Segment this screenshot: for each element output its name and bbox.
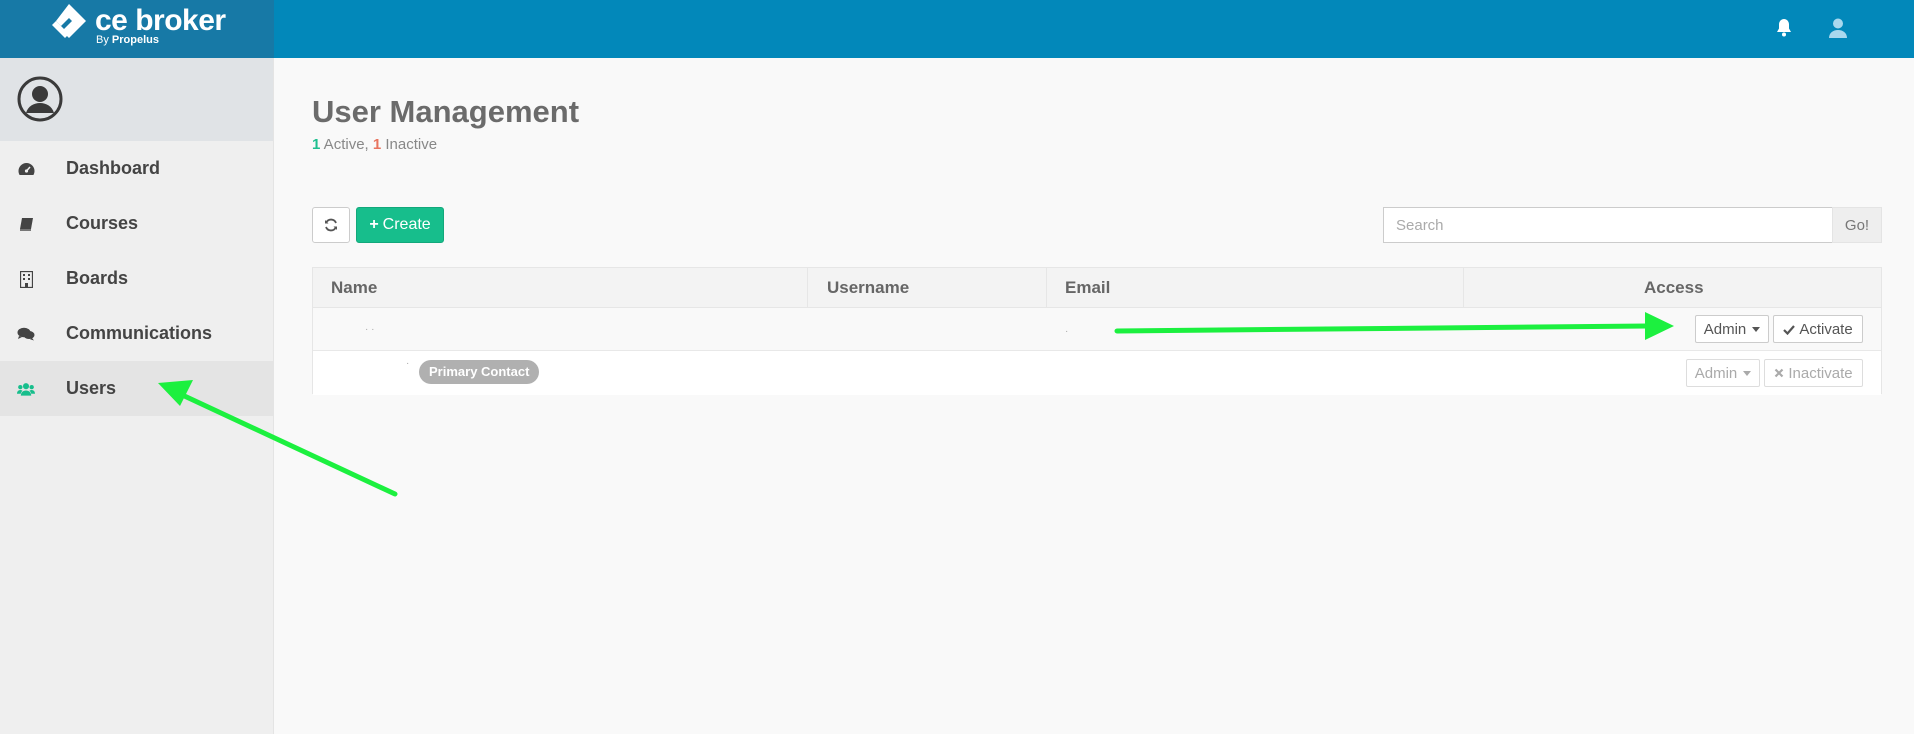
user-profile-icon[interactable]: [1824, 14, 1852, 42]
role-label: Admin: [1703, 320, 1747, 338]
users-table: Name Username Email Access · · · Admin A…: [312, 267, 1882, 395]
role-dropdown[interactable]: Admin: [1695, 315, 1769, 343]
sidebar-profile: [0, 58, 273, 141]
role-label: Admin: [1694, 364, 1738, 382]
sidebar-item-label: Courses: [66, 213, 139, 233]
user-counts: 1 Active, 1 Inactive: [312, 136, 437, 153]
sidebar-item-label: Dashboard: [66, 158, 161, 178]
building-icon: [17, 270, 35, 288]
main-content: User Management 1 Active, 1 Inactive + Cr…: [274, 58, 1914, 736]
column-header-email[interactable]: Email: [1065, 268, 1110, 308]
activate-label: Activate: [1799, 320, 1853, 338]
sidebar-item-label: Communications: [66, 323, 213, 343]
avatar-icon[interactable]: [16, 75, 64, 123]
sidebar-item-label: Users: [66, 378, 117, 398]
ce-broker-logo-icon: [52, 4, 86, 38]
active-label: Active,: [320, 136, 373, 153]
role-dropdown[interactable]: Admin: [1686, 359, 1760, 387]
inactive-label: Inactive: [381, 136, 438, 153]
create-user-button[interactable]: + Create: [356, 207, 444, 243]
chevron-down-icon: [1752, 326, 1761, 332]
table-row[interactable]: · Primary Contact Admin Inactivate: [313, 352, 1881, 395]
check-icon: [1783, 324, 1796, 335]
sidebar-item-courses[interactable]: Courses: [0, 196, 273, 251]
sidebar-item-boards[interactable]: Boards: [0, 251, 273, 306]
top-bar: ce broker By Propelus: [0, 0, 1914, 58]
inactive-count: 1: [372, 136, 382, 153]
brand-name: ce broker: [95, 4, 226, 37]
inactivate-label: Inactivate: [1788, 364, 1853, 382]
column-header-access[interactable]: Access: [1644, 268, 1704, 308]
refresh-button[interactable]: [312, 207, 350, 243]
sidebar: Dashboard Courses Boards Communications …: [0, 58, 274, 736]
create-label: Create: [382, 216, 431, 233]
refresh-icon: [325, 218, 337, 232]
brand-area[interactable]: ce broker By Propelus: [0, 0, 274, 58]
chevron-down-icon: [1743, 370, 1752, 376]
sidebar-item-communications[interactable]: Communications: [0, 306, 273, 361]
sidebar-item-dashboard[interactable]: Dashboard: [0, 141, 273, 196]
table-header: Name Username Email Access: [313, 268, 1881, 308]
sidebar-item-users[interactable]: Users: [0, 361, 273, 416]
comments-icon: [17, 325, 35, 343]
sidebar-item-label: Boards: [66, 268, 129, 288]
primary-contact-badge: Primary Contact: [419, 360, 540, 384]
users-icon: [17, 380, 35, 398]
inactivate-button[interactable]: Inactivate: [1764, 359, 1863, 387]
table-row[interactable]: · · · Admin Activate: [313, 308, 1881, 351]
book-icon: [17, 215, 35, 233]
notifications-bell-icon[interactable]: [1770, 14, 1798, 42]
search-input[interactable]: [1383, 207, 1833, 243]
redacted-email: ·: [1065, 326, 1069, 337]
redacted-name: ·: [406, 358, 410, 369]
dashboard-icon: [17, 160, 35, 178]
plus-icon: +: [369, 216, 379, 233]
brand-byline: By Propelus: [96, 34, 159, 46]
column-header-name[interactable]: Name: [331, 268, 377, 308]
search-go-button[interactable]: Go!: [1832, 207, 1882, 243]
column-header-username[interactable]: Username: [827, 268, 909, 308]
activate-button[interactable]: Activate: [1773, 315, 1863, 343]
column-divider: [807, 268, 808, 308]
x-icon: [1775, 368, 1784, 378]
page-title: User Management: [312, 94, 580, 129]
column-divider: [1046, 268, 1047, 308]
column-divider: [1463, 268, 1464, 308]
redacted-name: · ·: [365, 324, 375, 335]
